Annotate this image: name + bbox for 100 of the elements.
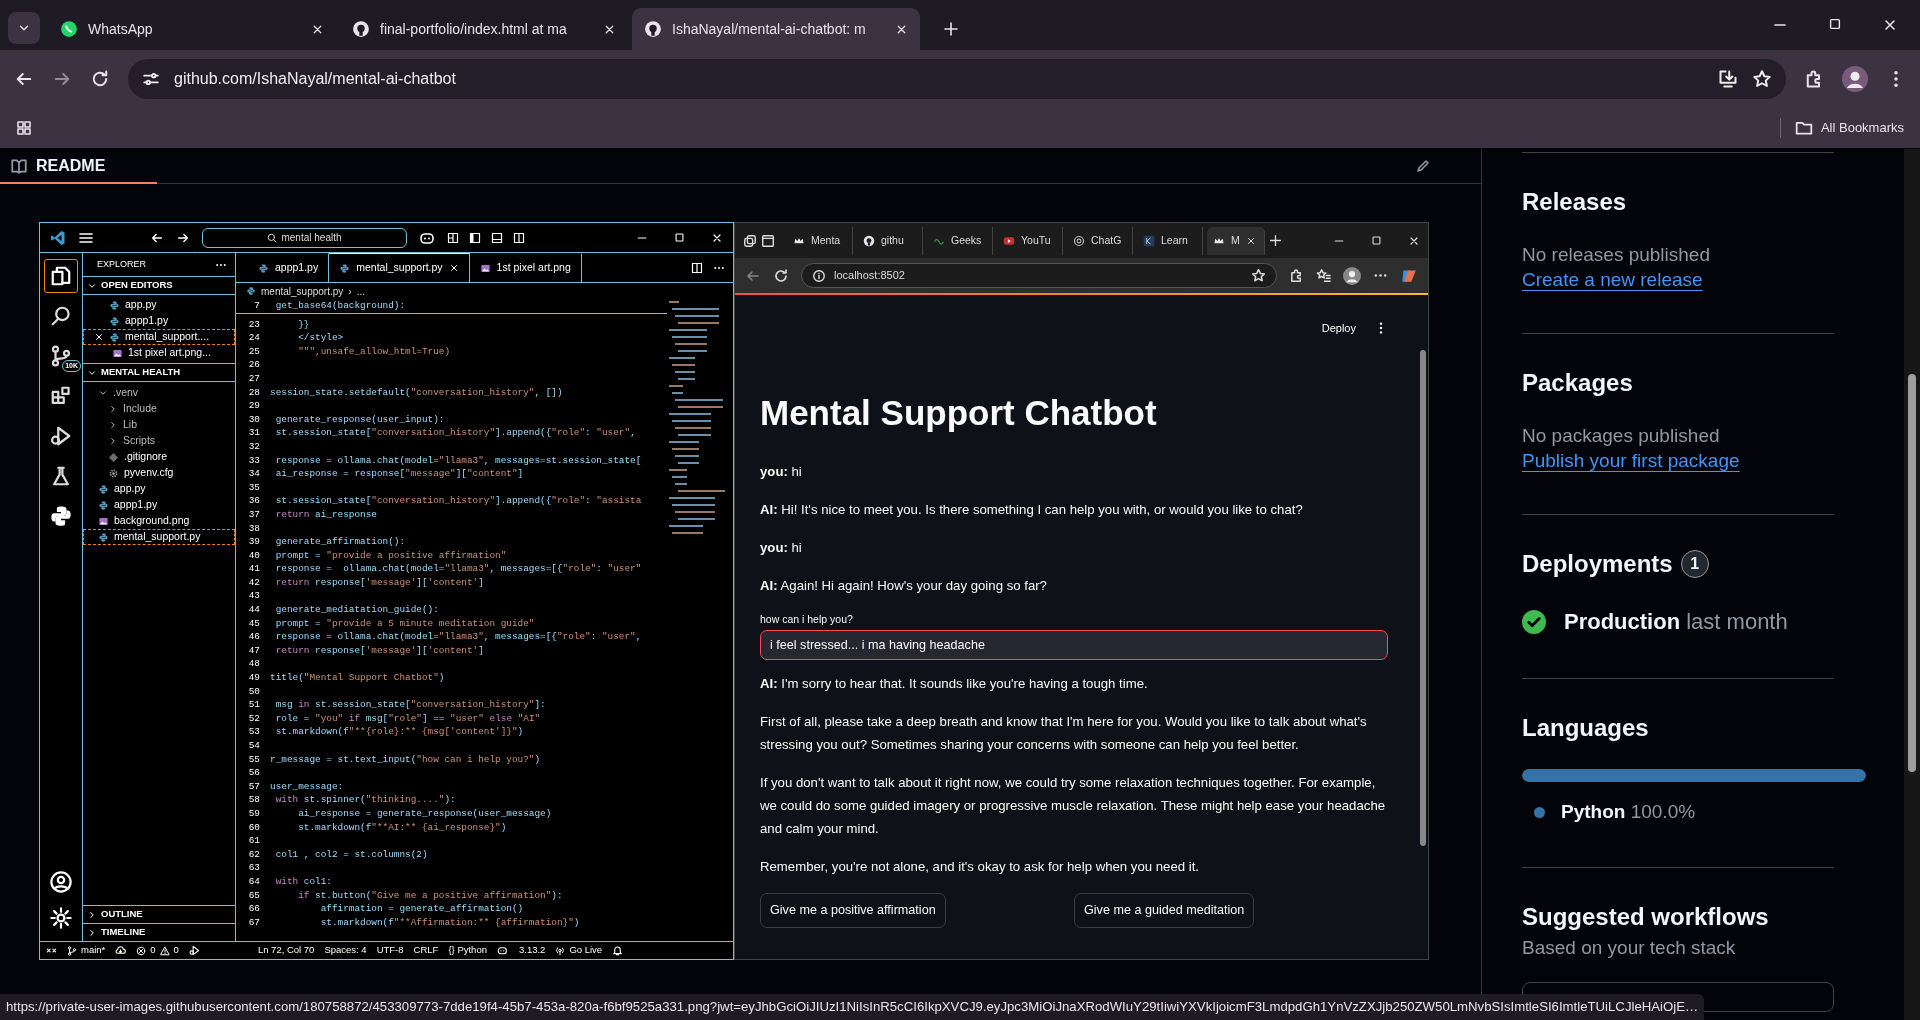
site-info-icon[interactable]	[142, 70, 160, 88]
browser-tab[interactable]: ChatG	[1067, 226, 1133, 255]
copilot-icon[interactable]	[496, 945, 509, 956]
branch-status[interactable]: main*	[67, 943, 106, 958]
deployment-entry[interactable]: Production last month	[1564, 605, 1788, 638]
split-editor-icon[interactable]	[691, 261, 703, 274]
open-editor-item[interactable]: appp1.py	[83, 313, 235, 329]
section-header[interactable]: OPEN EDITORS	[83, 277, 235, 295]
sidebar-toggle-icon[interactable]	[469, 231, 481, 244]
new-tab-icon[interactable]	[1269, 234, 1282, 247]
maximize-icon[interactable]	[674, 231, 685, 243]
eol-status[interactable]: CRLF	[413, 943, 439, 958]
breadcrumb-item[interactable]: ...	[356, 283, 365, 299]
vertical-tabs-icon[interactable]	[761, 233, 775, 248]
extensions-icon[interactable]	[1289, 268, 1304, 283]
browser-tab[interactable]: githu	[857, 226, 923, 255]
tree-item[interactable]: mental_support.py	[83, 529, 235, 545]
workspaces-icon[interactable]	[743, 233, 757, 248]
tree-item[interactable]: Include	[83, 401, 235, 417]
tree-item[interactable]: app.py	[83, 481, 235, 497]
close-icon[interactable]	[1245, 235, 1256, 246]
tree-item[interactable]: background.png	[83, 513, 235, 529]
flask-icon	[50, 465, 72, 487]
problems-status[interactable]: 0 0	[136, 943, 179, 958]
tree-item[interactable]: appp1.py	[83, 497, 235, 513]
tree-item[interactable]: .venv	[83, 385, 235, 401]
browser-tab[interactable]: final-portfolio/index.html at ma	[340, 8, 628, 50]
close-icon[interactable]	[448, 263, 459, 273]
layout-icon[interactable]	[447, 231, 459, 244]
encoding-status[interactable]: UTF-8	[376, 943, 404, 958]
section-header[interactable]: MENTAL HEALTH	[83, 364, 235, 382]
profile-avatar[interactable]	[1343, 266, 1361, 285]
close-icon[interactable]	[1882, 17, 1898, 33]
scrollbar[interactable]	[1904, 149, 1920, 1020]
line-number: 67	[247, 915, 261, 930]
tree-item[interactable]: Scripts	[83, 433, 235, 449]
cursor-position[interactable]: Ln 72, Col 70	[257, 943, 315, 958]
indent-status[interactable]: Spaces: 4	[324, 943, 367, 958]
open-editor-item[interactable]: 1st pixel art.png...	[83, 345, 235, 361]
files-tab[interactable]	[44, 259, 78, 293]
open-editor-item[interactable]: mental_support....	[83, 329, 235, 345]
browser-tab[interactable]: Learn	[1137, 226, 1203, 255]
panel-toggle-icon[interactable]	[491, 231, 503, 244]
site-info-icon[interactable]	[812, 268, 826, 283]
link[interactable]: Publish your first package	[1522, 450, 1740, 471]
deploy-button[interactable]: Deploy	[1321, 316, 1356, 340]
browser-tab[interactable]: YouTu	[997, 226, 1063, 255]
copilot-icon[interactable]	[419, 230, 437, 245]
section-header[interactable]: TIMELINE	[83, 923, 235, 941]
code-line: return response['message']['content']	[274, 575, 484, 590]
split-editor-icon[interactable]	[513, 231, 525, 244]
bookmarks-folder[interactable]: All Bookmarks	[1779, 118, 1904, 138]
browser-tab[interactable]: M	[1207, 226, 1265, 255]
debug-icon[interactable]	[188, 945, 200, 956]
action-button[interactable]: Give me a guided meditation	[1074, 893, 1255, 928]
favorite-star-icon[interactable]	[1251, 268, 1266, 283]
editor-tab[interactable]: 1st pixel art.png	[469, 253, 582, 282]
address-bar[interactable]: github.com/IshaNayal/mental-ai-chatbot	[128, 59, 1786, 99]
section-header[interactable]: OUTLINE	[83, 905, 235, 923]
settings-icon[interactable]	[50, 907, 72, 929]
profile-avatar[interactable]	[1842, 66, 1868, 92]
bookmark-star-icon[interactable]	[1752, 69, 1772, 89]
maximize-icon[interactable]	[1828, 17, 1842, 31]
remote-icon[interactable]	[46, 945, 57, 956]
maximize-icon[interactable]	[1371, 234, 1382, 246]
apps-icon[interactable]	[16, 120, 32, 136]
account-icon[interactable]	[50, 871, 72, 893]
breadcrumb-item[interactable]: ›	[348, 283, 352, 299]
editor-tab[interactable]: appp1.py	[236, 253, 330, 282]
browser-tab[interactable]: IshaNayal/mental-ai-chatbot: m	[632, 8, 920, 50]
open-editor-item[interactable]: app.py	[83, 297, 235, 313]
breadcrumb-item[interactable]: mental_support.py	[261, 283, 344, 299]
action-button[interactable]: Give me a positive affirmation	[760, 893, 946, 928]
sync-icon[interactable]	[115, 945, 127, 956]
plus-icon[interactable]	[943, 21, 959, 37]
favorites-icon[interactable]	[1316, 268, 1331, 283]
close-icon[interactable]	[94, 332, 104, 342]
install-icon[interactable]	[1718, 69, 1738, 89]
scrollbar[interactable]	[1420, 350, 1426, 846]
language-status[interactable]: {} Python	[448, 943, 487, 958]
message-input[interactable]: i feel stressed... i ma having headache	[760, 630, 1388, 660]
language-entry[interactable]: Python 100.0%	[1561, 798, 1696, 827]
reload-icon[interactable]	[90, 69, 110, 89]
address-bar[interactable]: localhost:8502	[801, 263, 1277, 288]
bell-icon[interactable]	[612, 945, 624, 956]
tree-item[interactable]: .gitignore	[83, 449, 235, 465]
tree-item[interactable]: Lib	[83, 417, 235, 433]
tree-item[interactable]: pyvenv.cfg	[83, 465, 235, 481]
browser-tab[interactable]: WhatsApp	[48, 8, 336, 50]
search-field[interactable]: mental health	[202, 227, 407, 248]
reload-icon[interactable]	[773, 267, 789, 284]
code-line: ai_response = generate_response(user_message)	[297, 806, 552, 821]
tab-search-button[interactable]	[8, 12, 40, 44]
go-live-button[interactable]: Go Live	[555, 943, 603, 958]
link[interactable]: Create a new release	[1522, 269, 1703, 290]
editor-tab[interactable]: mental_support.py	[329, 253, 470, 282]
edit-icon[interactable]	[1415, 158, 1431, 174]
browser-tab[interactable]: Menta	[787, 226, 853, 255]
browser-tab[interactable]: Geeks	[927, 226, 993, 255]
python-version[interactable]: 3.13.2	[518, 943, 546, 958]
